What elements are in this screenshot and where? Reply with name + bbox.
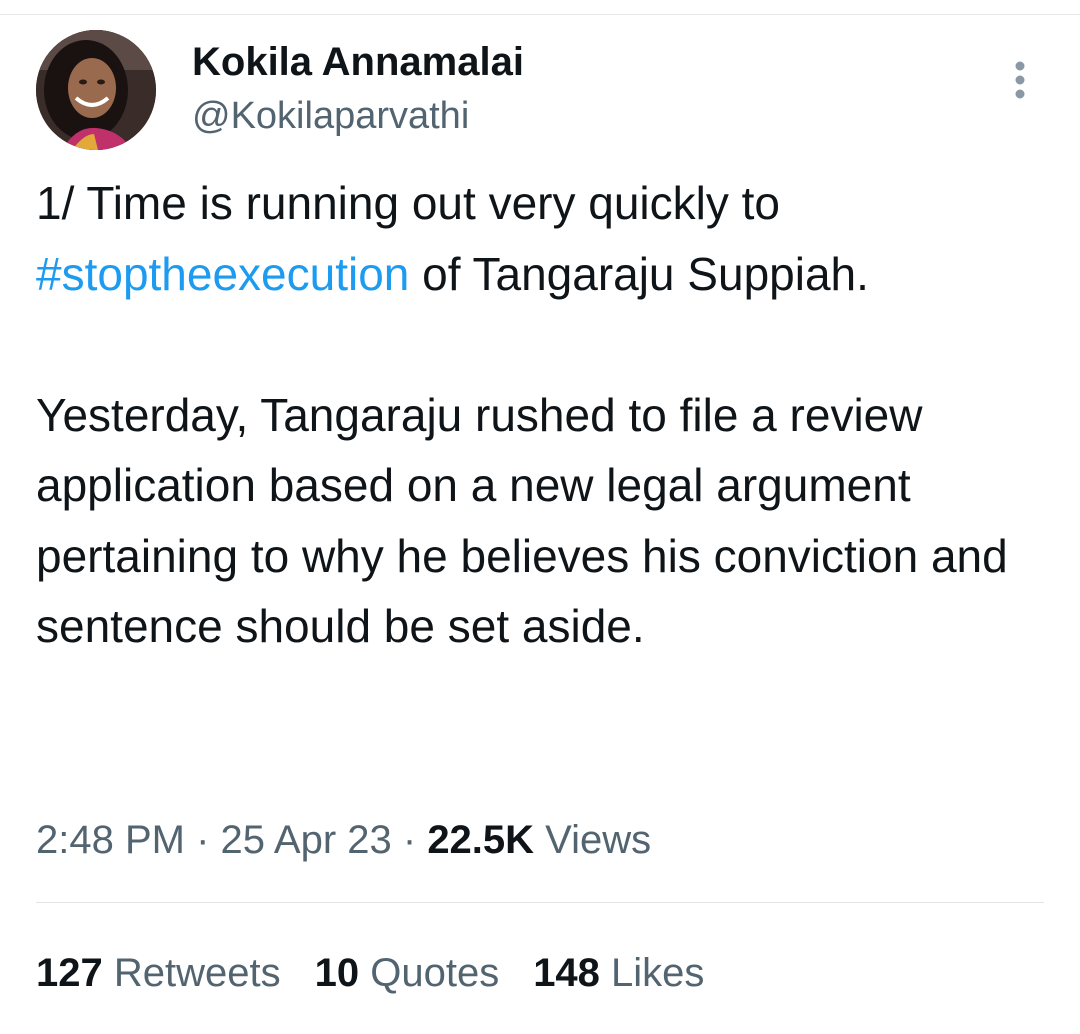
views-count: 22.5K (427, 818, 535, 862)
likes-stat[interactable]: 148 Likes (533, 946, 704, 1000)
tweet-time[interactable]: 2:48 PM (36, 818, 185, 862)
tweet-text-part: of Tangaraju Suppiah. (409, 247, 869, 300)
tweet-text-part: 1/ Time is running out very quickly to (36, 177, 780, 229)
likes-label: Likes (599, 951, 705, 995)
likes-count: 148 (533, 951, 600, 995)
retweets-label: Retweets (102, 951, 281, 995)
more-options-button[interactable] (1000, 56, 1040, 104)
avatar[interactable] (36, 30, 156, 150)
separator: · (184, 818, 221, 862)
separator: · (391, 818, 428, 862)
retweets-count: 127 (36, 951, 103, 995)
engagement-stats: 127 Retweets 10 Quotes 148 Likes (36, 946, 738, 1000)
more-vertical-icon (1015, 61, 1025, 99)
views-label: Views (534, 818, 652, 862)
author-handle[interactable]: @Kokilaparvathi (192, 94, 469, 138)
tweet-text: 1/ Time is running out very quickly to #… (36, 168, 1046, 662)
quotes-stat[interactable]: 10 Quotes (315, 946, 500, 1000)
tweet-metadata: 2:48 PM · 25 Apr 23 · 22.5K Views (36, 814, 651, 866)
quotes-count: 10 (314, 951, 360, 995)
tweet-paragraph-1: 1/ Time is running out very quickly to #… (36, 168, 1046, 309)
divider (36, 902, 1044, 903)
hashtag-link[interactable]: #stoptheexecution (36, 248, 409, 300)
top-divider (0, 14, 1080, 15)
tweet-paragraph-2: Yesterday, Tangaraju rushed to file a re… (36, 388, 1008, 653)
avatar-image (36, 30, 156, 150)
quotes-label: Quotes (359, 951, 500, 995)
tweet-date[interactable]: 25 Apr 23 (221, 818, 392, 862)
retweets-stat[interactable]: 127 Retweets (36, 946, 281, 1000)
author-name[interactable]: Kokila Annamalai (192, 40, 524, 84)
